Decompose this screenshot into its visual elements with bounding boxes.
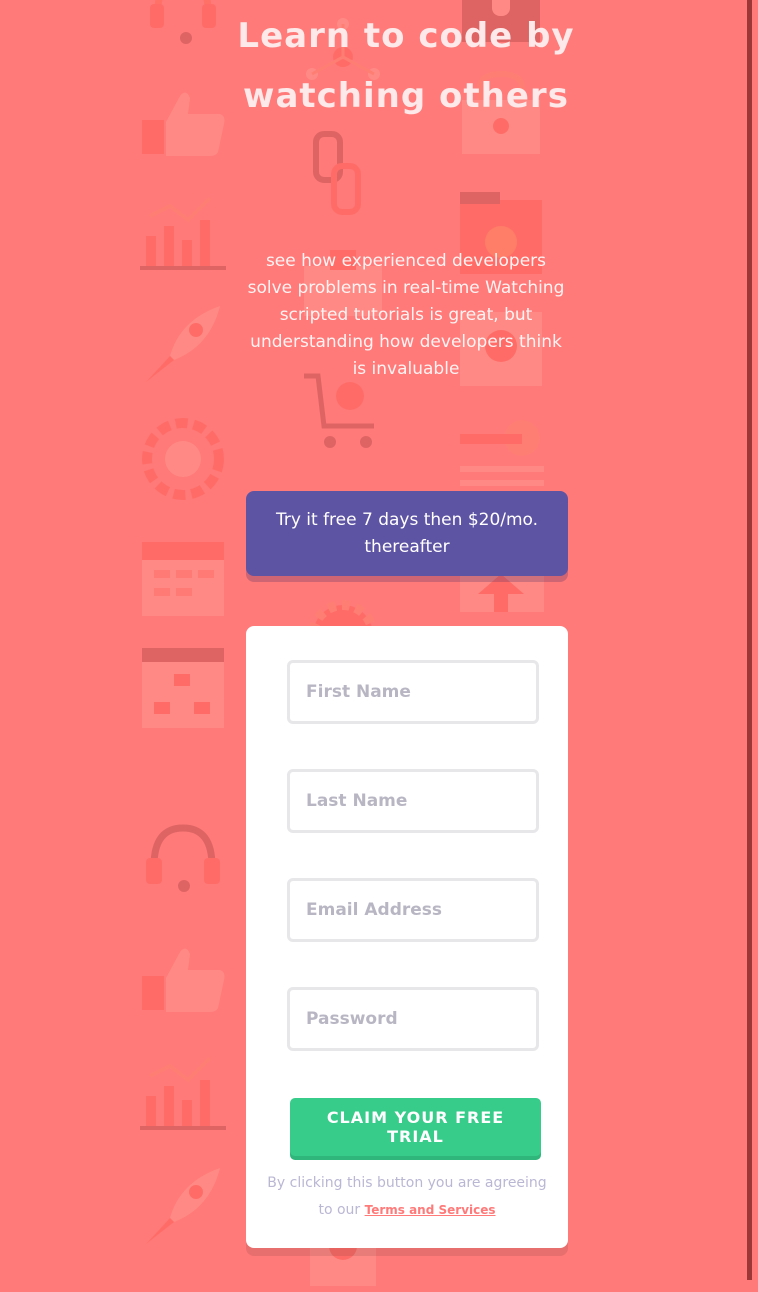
email-input[interactable] xyxy=(287,878,539,942)
first-name-input[interactable] xyxy=(287,660,539,724)
signup-form: CLAIM YOUR FREE TRIAL By clicking this b… xyxy=(246,626,568,1248)
background-icons-left xyxy=(140,0,230,1280)
bar-chart-icon xyxy=(140,1056,226,1130)
claim-free-trial-button[interactable]: CLAIM YOUR FREE TRIAL xyxy=(290,1098,541,1156)
pricing-banner: Try it free 7 days then $20/mo. thereaft… xyxy=(246,491,568,576)
rocket-icon xyxy=(146,1168,220,1244)
headset-icon xyxy=(150,0,216,44)
last-name-input[interactable] xyxy=(287,769,539,833)
thumbs-up-icon xyxy=(142,92,225,156)
hero-title: Learn to code by watching others xyxy=(237,16,575,116)
thumbs-up-icon xyxy=(142,948,225,1012)
bar-chart-icon xyxy=(140,196,226,270)
rocket-icon xyxy=(146,306,220,382)
window-edge xyxy=(747,0,752,1280)
browser-flowchart-icon xyxy=(142,648,224,728)
hero-subtitle: see how experienced developers solve pro… xyxy=(247,251,565,379)
password-input[interactable] xyxy=(287,987,539,1051)
chain-link-icon xyxy=(313,131,361,215)
calendar-icon xyxy=(142,542,224,616)
terms-link[interactable]: Terms and Services xyxy=(365,1203,496,1217)
key-icon xyxy=(460,420,544,486)
globe-gear-icon xyxy=(142,418,224,500)
terms-notice: By clicking this button you are agreeing… xyxy=(266,1170,548,1224)
pricing-banner-text: Try it free 7 days then $20/mo. thereaft… xyxy=(275,509,539,557)
headset-icon xyxy=(146,824,220,892)
